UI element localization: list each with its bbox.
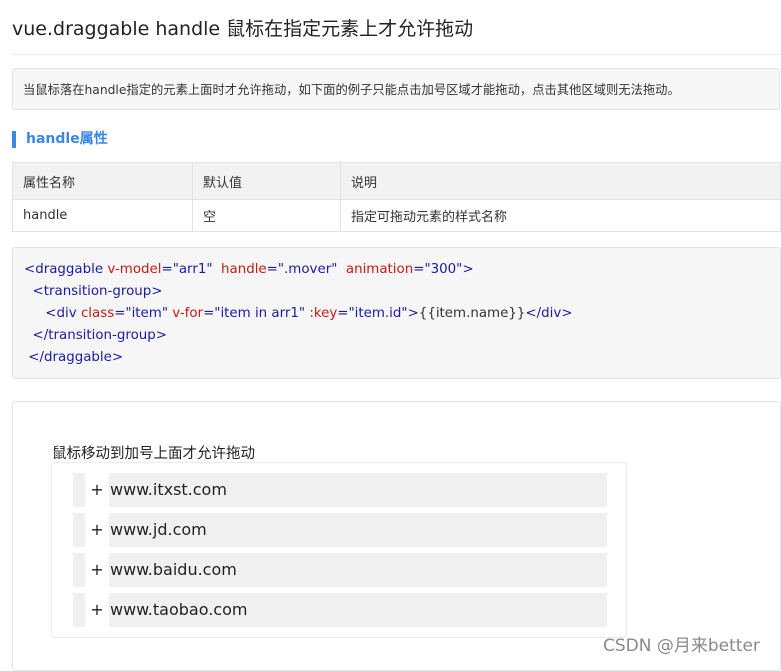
code-token: ="item" (114, 306, 168, 321)
code-token: </draggable> (28, 350, 124, 365)
draggable-list: + www.itxst.com + www.jd.com + www.baidu.co… (51, 462, 627, 638)
code-token: =".mover" (266, 262, 338, 277)
code-line-1: <draggable v-model="arr1" handle=".mover… (24, 259, 780, 281)
section-heading-handle: handle属性 (12, 131, 108, 148)
code-token: :key (309, 306, 338, 321)
list-item: + www.baidu.com (73, 553, 607, 587)
list-item: + www.itxst.com (73, 473, 607, 507)
cell-default-value: 空 (192, 199, 341, 232)
code-line-4: </transition-group> (24, 325, 780, 347)
code-token: <transition-group> (32, 284, 163, 299)
item-label: www.jd.com (110, 520, 207, 539)
attribute-table: 属性名称 默认值 说明 handle 空 指定可拖动元素的样式名称 (12, 162, 781, 232)
code-token: ="item.id"> (337, 306, 419, 321)
code-line-5: </draggable> (24, 347, 780, 369)
code-token: animation (345, 262, 414, 277)
list-item: + www.jd.com (73, 513, 607, 547)
drag-handle-plus-icon[interactable]: + (85, 513, 109, 547)
cell-attribute-name: handle (12, 199, 193, 232)
demo-caption: 鼠标移动到加号上面才允许拖动 (52, 446, 255, 462)
item-label: www.itxst.com (110, 480, 227, 499)
title-divider (12, 54, 781, 55)
drag-handle-plus-icon[interactable]: + (85, 553, 109, 587)
code-line-2: <transition-group> (24, 281, 780, 303)
code-token: v-model (107, 262, 162, 277)
column-header-description: 说明 (340, 162, 781, 200)
drag-handle-plus-icon[interactable]: + (85, 593, 109, 627)
description-note: 当鼠标落在handle指定的元素上面时才允许拖动，如下面的例子只能点击加号区域才… (12, 68, 780, 110)
code-token: ="item in arr1" (203, 306, 306, 321)
column-header-name: 属性名称 (12, 162, 193, 200)
table-header-row: 属性名称 默认值 说明 (12, 162, 781, 200)
code-token: v-for (172, 306, 204, 321)
watermark: CSDN @月来better (603, 636, 760, 656)
table-row: handle 空 指定可拖动元素的样式名称 (12, 199, 781, 232)
page-title: vue.draggable handle 鼠标在指定元素上才允许拖动 (12, 18, 474, 40)
list-item: + www.taobao.com (73, 593, 607, 627)
item-label: www.baidu.com (110, 560, 237, 579)
code-token: ="300"> (413, 262, 474, 277)
code-token: <div (45, 306, 77, 321)
code-token: {{item.name}} (418, 306, 526, 321)
column-header-default: 默认值 (192, 162, 341, 200)
code-token: </transition-group> (32, 328, 167, 343)
item-label: www.taobao.com (110, 600, 248, 619)
code-token: class (80, 306, 115, 321)
code-token: <draggable (24, 262, 104, 277)
code-token: handle (221, 262, 267, 277)
drag-handle-plus-icon[interactable]: + (85, 473, 109, 507)
code-token: </div> (525, 306, 573, 321)
code-line-3: <div class="item" v-for="item in arr1" :… (24, 303, 780, 325)
code-block: <draggable v-model="arr1" handle=".mover… (12, 247, 781, 379)
cell-description: 指定可拖动元素的样式名称 (340, 199, 781, 232)
code-token: ="arr1" (161, 262, 213, 277)
